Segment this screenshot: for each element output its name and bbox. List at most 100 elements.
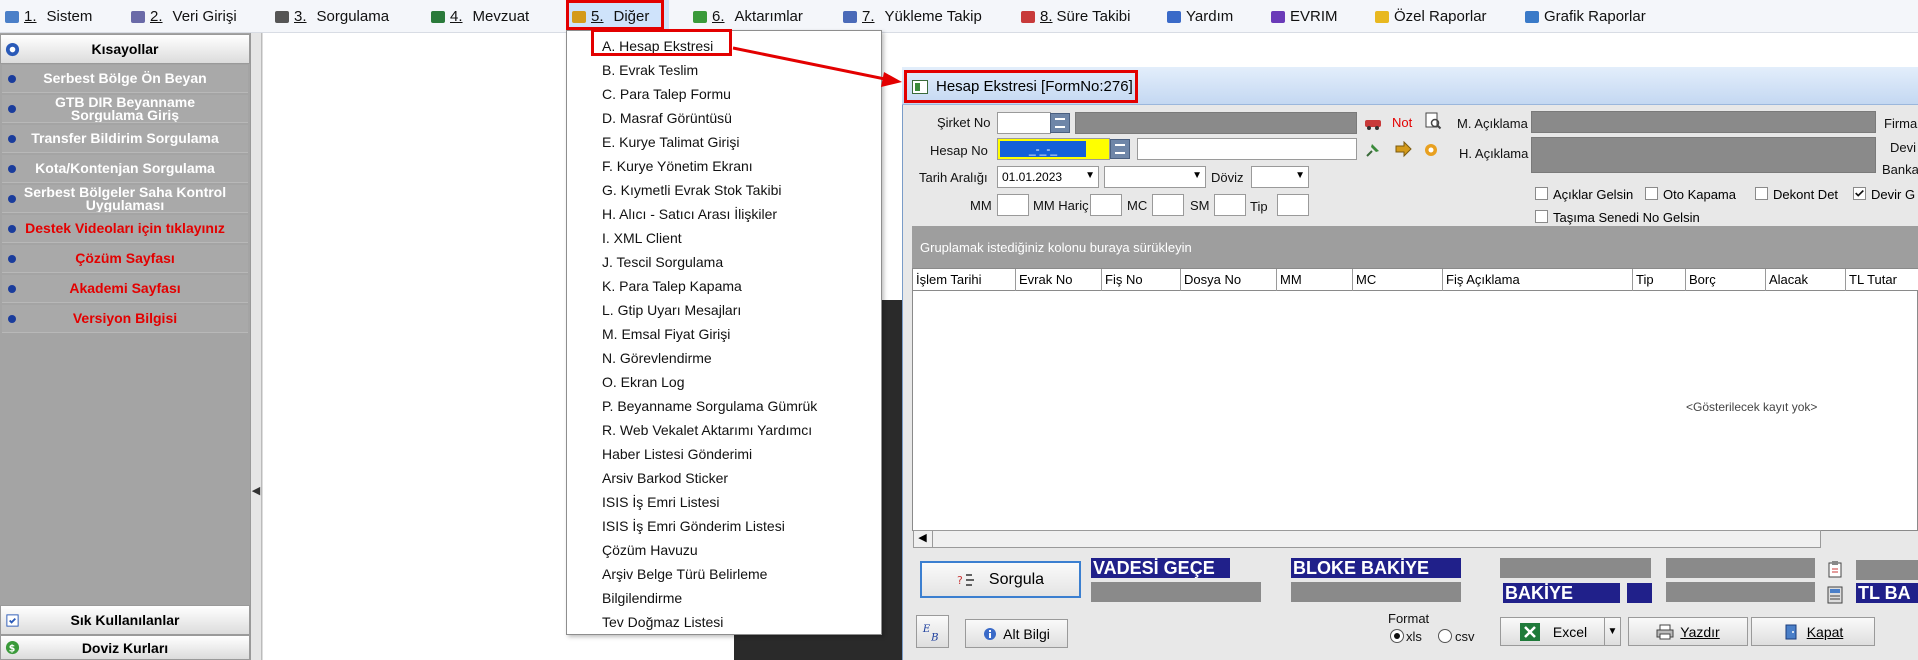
sidebar-splitter[interactable]: [250, 33, 262, 660]
dekont-det-checkbox[interactable]: [1755, 187, 1768, 200]
menu-yardim[interactable]: Yardım: [1166, 0, 1233, 33]
menu-item-isis-gonderim[interactable]: ISIS İş Emri Gönderim Listesi: [602, 514, 785, 538]
menu-item-web-vekalet[interactable]: R. Web Vekalet Aktarımı Yardımcı: [602, 418, 812, 442]
col-tl-tutar[interactable]: TL Tutar: [1846, 269, 1918, 291]
horizontal-scrollbar[interactable]: [913, 530, 1821, 548]
sidebar-item-destek-videolari[interactable]: Destek Videoları için tıklayınız: [2, 215, 248, 243]
sidebar-header-doviz-kurlari[interactable]: $ Doviz Kurları: [0, 635, 250, 660]
col-fis-aciklama[interactable]: Fiş Açıklama: [1443, 269, 1633, 291]
sidebar-item-transfer-bildirim[interactable]: Transfer Bildirim Sorgulama: [2, 125, 248, 153]
kapat-button[interactable]: Kapat: [1751, 617, 1875, 646]
sorgula-button[interactable]: ? Sorgula: [920, 561, 1081, 598]
excel-dropdown-button[interactable]: ▼: [1604, 617, 1621, 646]
menu-item-haber-listesi[interactable]: Haber Listesi Gönderimi: [602, 442, 752, 466]
col-dosya-no[interactable]: Dosya No: [1181, 269, 1277, 291]
menu-item-arsiv-belge-turu[interactable]: Arşiv Belge Türü Belirleme: [602, 562, 767, 586]
menu-item-emsal-fiyat[interactable]: M. Emsal Fiyat Girişi: [602, 322, 730, 346]
menu-item-para-talep-kapama[interactable]: K. Para Talep Kapama: [602, 274, 742, 298]
col-fis-no[interactable]: Fiş No: [1102, 269, 1181, 291]
sm-input[interactable]: [1214, 194, 1246, 216]
sidebar-item-kota-kontenjan[interactable]: Kota/Kontenjan Sorgulama: [2, 155, 248, 183]
aciklar-gelsin-checkbox[interactable]: [1535, 187, 1548, 200]
document-search-icon[interactable]: [1424, 112, 1442, 130]
menu-item-kurye-yonetim[interactable]: F. Kurye Yönetim Ekranı: [602, 154, 753, 178]
gear-icon[interactable]: [1422, 141, 1440, 159]
sidebar-item-akademi-sayfasi[interactable]: Akademi Sayfası: [2, 275, 248, 303]
doviz-select[interactable]: ▼: [1251, 166, 1309, 188]
menu-item-xml-client[interactable]: I. XML Client: [602, 226, 682, 250]
menu-grafik-raporlar[interactable]: Grafik Raporlar: [1524, 0, 1646, 33]
chevron-down-icon: ▼: [1085, 170, 1095, 181]
hesap-no-picker-icon[interactable]: [1110, 139, 1130, 159]
sidebar-item-cozum-sayfasi[interactable]: Çözüm Sayfası: [2, 245, 248, 273]
menu-item-gorevlendirme[interactable]: N. Görevlendirme: [602, 346, 712, 370]
menu-ozel-raporlar[interactable]: Özel Raporlar: [1374, 0, 1487, 33]
mm-haric-label: MM Hariç: [1033, 198, 1089, 213]
mc-input[interactable]: [1152, 194, 1184, 216]
menu-item-kurye-talimat[interactable]: E. Kurye Talimat Girişi: [602, 130, 739, 154]
menu-evrim[interactable]: EVRIM: [1270, 0, 1338, 33]
sirket-no-picker-icon[interactable]: [1050, 113, 1070, 133]
mm-haric-input[interactable]: [1090, 194, 1122, 216]
menu-item-isis-is-emri[interactable]: ISIS İş Emri Listesi: [602, 490, 719, 514]
menu-sorgulama[interactable]: 3. Sorgulama: [274, 0, 389, 33]
menu-item-alici-satici[interactable]: H. Alıcı - Satıcı Arası İlişkiler: [602, 202, 777, 226]
sidebar-item-serbest-bolge[interactable]: Serbest Bölge Ön Beyan: [2, 65, 248, 93]
col-alacak[interactable]: Alacak: [1766, 269, 1846, 291]
tip-input[interactable]: [1277, 194, 1309, 216]
scroll-left-icon[interactable]: ◀: [913, 530, 933, 548]
collapse-arrow-icon[interactable]: ◀: [250, 485, 262, 497]
group-by-panel[interactable]: Gruplamak istediğiniz kolonu buraya sürü…: [912, 226, 1918, 268]
col-islem-tarihi[interactable]: İşlem Tarihi: [913, 269, 1016, 291]
excel-button[interactable]: Excel: [1500, 617, 1606, 646]
xls-radio[interactable]: [1390, 629, 1404, 643]
col-mc[interactable]: MC: [1353, 269, 1443, 291]
eb-logo-button[interactable]: EB: [916, 615, 949, 648]
menu-yukleme-takip[interactable]: 7. Yükleme Takip: [842, 0, 982, 33]
mm-input[interactable]: [997, 194, 1029, 216]
tarih-araligi-label: Tarih Aralığı: [919, 170, 988, 185]
alt-bilgi-button[interactable]: Alt Bilgi: [965, 619, 1068, 648]
yazdir-button[interactable]: Yazdır: [1628, 617, 1748, 646]
car-icon[interactable]: [1364, 114, 1382, 132]
menu-item-tescil-sorgulama[interactable]: J. Tescil Sorgulama: [602, 250, 723, 274]
hesap-no-input[interactable]: _-_-_: [997, 138, 1110, 160]
oto-kapama-checkbox[interactable]: [1645, 187, 1658, 200]
sidebar-item-versiyon-bilgisi[interactable]: Versiyon Bilgisi: [2, 305, 248, 333]
tasima-senedi-checkbox[interactable]: [1535, 210, 1548, 223]
menu-item-bilgilendirme[interactable]: Bilgilendirme: [602, 586, 682, 610]
clipboard-icon[interactable]: [1826, 560, 1844, 578]
tarih-bitis-select[interactable]: ▼: [1104, 166, 1206, 188]
sirket-no-input[interactable]: [997, 112, 1051, 134]
col-borc[interactable]: Borç: [1686, 269, 1766, 291]
menu-item-ekran-log[interactable]: O. Ekran Log: [602, 370, 685, 394]
menu-item-masraf-goruntusu[interactable]: D. Masraf Görüntüsü: [602, 106, 732, 130]
sidebar-header-sik-kullanilanlar[interactable]: Sık Kullanılanlar: [0, 605, 250, 635]
forward-icon[interactable]: [1394, 141, 1412, 159]
menu-item-para-talep-formu[interactable]: C. Para Talep Formu: [602, 82, 731, 106]
col-evrak-no[interactable]: Evrak No: [1016, 269, 1102, 291]
menu-sure-takibi[interactable]: 8. Süre Takibi: [1020, 0, 1130, 33]
menu-item-cozum-havuzu[interactable]: Çözüm Havuzu: [602, 538, 698, 562]
menu-mevzuat[interactable]: 4. Mevzuat: [430, 0, 529, 33]
menu-veri-girisi[interactable]: 2. Veri Girişi: [130, 0, 237, 33]
col-mm[interactable]: MM: [1277, 269, 1353, 291]
menu-item-arsiv-barkod[interactable]: Arsiv Barkod Sticker: [602, 466, 728, 490]
menu-sistem[interactable]: 1. Sistem: [4, 0, 92, 33]
csv-radio[interactable]: [1438, 629, 1452, 643]
menu-item-gtip-uyari[interactable]: L. Gtip Uyarı Mesajları: [602, 298, 741, 322]
tarih-baslangic-select[interactable]: 01.01.2023 ▼: [997, 166, 1099, 188]
menu-item-beyanname-sorgulama[interactable]: P. Beyanname Sorgulama Gümrük: [602, 394, 817, 418]
sidebar-item-saha-kontrol[interactable]: Serbest Bölgeler Saha Kontrol Uygulaması: [2, 185, 248, 213]
menu-item-evrak-teslim[interactable]: B. Evrak Teslim: [602, 58, 698, 82]
sidebar-item-gtb-dir[interactable]: GTB DIR Beyanname Sorgulama Giriş: [2, 95, 248, 123]
devir-gelsin-checkbox[interactable]: [1853, 187, 1866, 200]
sidebar-header-kisayollar[interactable]: Kısayollar: [0, 34, 250, 64]
hesap-name-field[interactable]: [1137, 138, 1357, 160]
not-link[interactable]: Not: [1392, 115, 1412, 130]
menu-item-kiymetli-evrak[interactable]: G. Kıymetli Evrak Stok Takibi: [602, 178, 781, 202]
pin-icon[interactable]: [1364, 141, 1382, 159]
menu-item-tev-dogmaz[interactable]: Tev Doğmaz Listesi: [602, 610, 723, 634]
calculator-icon[interactable]: [1826, 586, 1844, 604]
col-tip[interactable]: Tip: [1633, 269, 1686, 291]
